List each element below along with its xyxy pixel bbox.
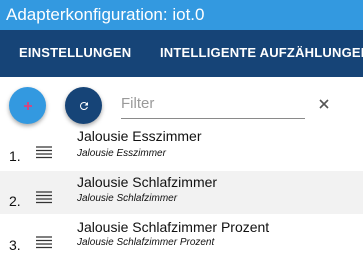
item-subtitle: Jalousie Schlafzimmer <box>77 193 178 204</box>
clear-filter-button[interactable] <box>317 97 331 111</box>
drag-handle-icon[interactable] <box>35 236 53 250</box>
item-title: Jalousie Schlafzimmer <box>77 174 218 190</box>
item-title: Jalousie Schlafzimmer Prozent <box>77 219 270 235</box>
drag-handle-icon[interactable] <box>35 146 53 160</box>
item-title: Jalousie Esszimmer <box>77 128 202 144</box>
item-subtitle: Jalousie Schlafzimmer Prozent <box>77 237 215 248</box>
add-button[interactable] <box>9 87 46 124</box>
refresh-icon <box>79 101 88 110</box>
filter-input[interactable] <box>121 90 305 116</box>
close-icon <box>319 99 329 109</box>
tab-intelligente-aufzaehlungen[interactable]: INTELLIGENTE AUFZÄHLUNGEN <box>160 30 363 77</box>
filter-field <box>121 90 305 119</box>
window-title: Adapterkonfiguration: iot.0 <box>0 0 363 30</box>
tab-einstellungen[interactable]: EINSTELLUNGEN <box>19 30 131 77</box>
item-subtitle: Jalousie Esszimmer <box>77 148 166 159</box>
tab-bar: EINSTELLUNGEN INTELLIGENTE AUFZÄHLUNGEN <box>0 30 363 77</box>
list-item[interactable]: 1. Jalousie Esszimmer Jalousie Esszimmer <box>0 128 363 171</box>
drag-handle-icon[interactable] <box>35 191 53 205</box>
list-item[interactable]: 2. Jalousie Schlafzimmer Jalousie Schlaf… <box>0 171 363 214</box>
plus-icon <box>23 101 32 110</box>
refresh-button[interactable] <box>65 87 102 124</box>
list-item[interactable]: 3. Jalousie Schlafzimmer Prozent Jalousi… <box>0 214 363 257</box>
item-number: 2. <box>9 193 21 209</box>
item-number: 3. <box>9 237 21 253</box>
item-number: 1. <box>9 148 21 164</box>
